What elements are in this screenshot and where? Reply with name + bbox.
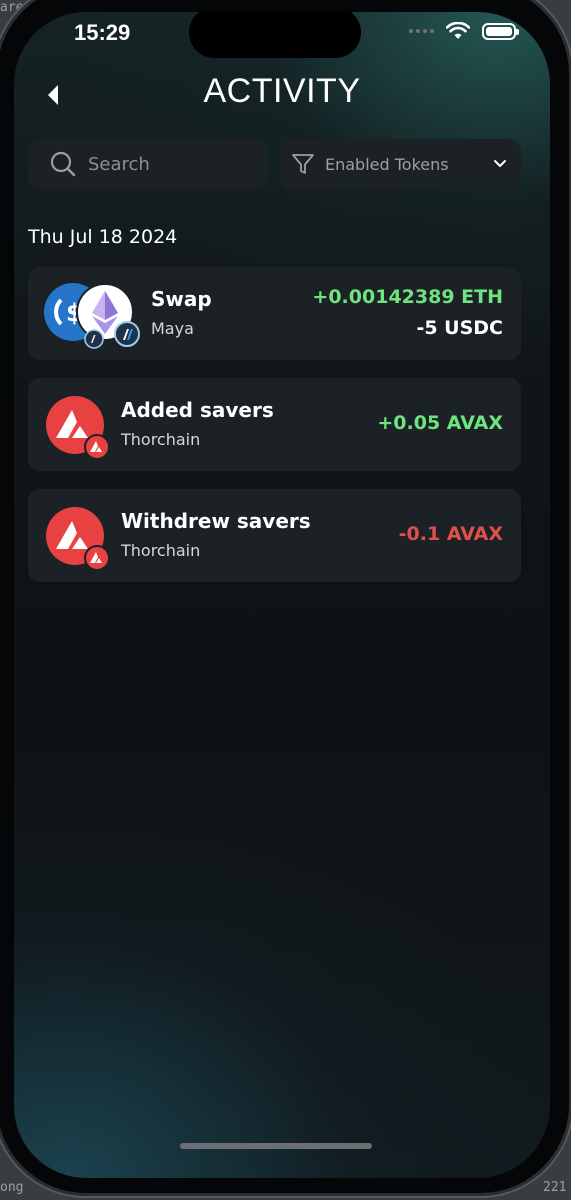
search-input[interactable] [88,153,248,175]
activity-name: Added savers [121,398,274,422]
activity-item-added-savers[interactable]: Added savers Thorchain +0.05 AVAX [28,378,521,471]
swap-token-icons: $ [44,283,144,349]
background-text-fragment: 221 [543,1180,567,1195]
status-icons [409,22,519,40]
avax-token-icon [46,396,112,462]
signal-icon [409,29,434,33]
background-text-fragment: ong [0,1180,24,1195]
activity-name: Withdrew savers [121,509,311,533]
activity-item-swap[interactable]: $ Swap Maya +0.00142389 ETH -5 USDC [28,267,521,360]
activity-provider: Thorchain [121,430,201,449]
home-indicator[interactable] [180,1143,372,1149]
filter-icon [292,154,314,174]
activity-amount: -0.1 AVAX [398,523,503,545]
dynamic-island [189,12,361,58]
phone-frame: 15:29 ACTIVITY Search Enabled Tokens Thu… [0,0,571,1196]
search-box[interactable] [28,139,268,189]
app-screen: 15:29 ACTIVITY Search Enabled Tokens Thu… [14,12,550,1178]
amount-received: +0.00142389 ETH [312,286,503,308]
activity-name: Swap [151,287,212,311]
page-title: ACTIVITY [203,72,361,110]
avax-chain-badge-icon [84,545,110,571]
amount-sent: -5 USDC [416,317,503,339]
activity-provider: Maya [151,319,194,338]
status-time: 15:29 [74,20,131,45]
date-group-header: Thu Jul 18 2024 [28,226,178,248]
arbitrum-small-icon [84,329,104,349]
search-icon [50,151,76,177]
battery-icon [482,22,519,40]
arbitrum-icon [114,321,140,347]
filter-label: Enabled Tokens [325,154,449,174]
avax-chain-badge-icon [84,434,110,460]
token-filter-dropdown[interactable]: Enabled Tokens [279,139,521,189]
avax-token-icon [46,507,112,573]
chevron-down-icon [494,160,506,167]
activity-item-withdrew-savers[interactable]: Withdrew savers Thorchain -0.1 AVAX [28,489,521,582]
wifi-icon [446,22,470,39]
activity-provider: Thorchain [121,541,201,560]
activity-amount: +0.05 AVAX [377,412,503,434]
